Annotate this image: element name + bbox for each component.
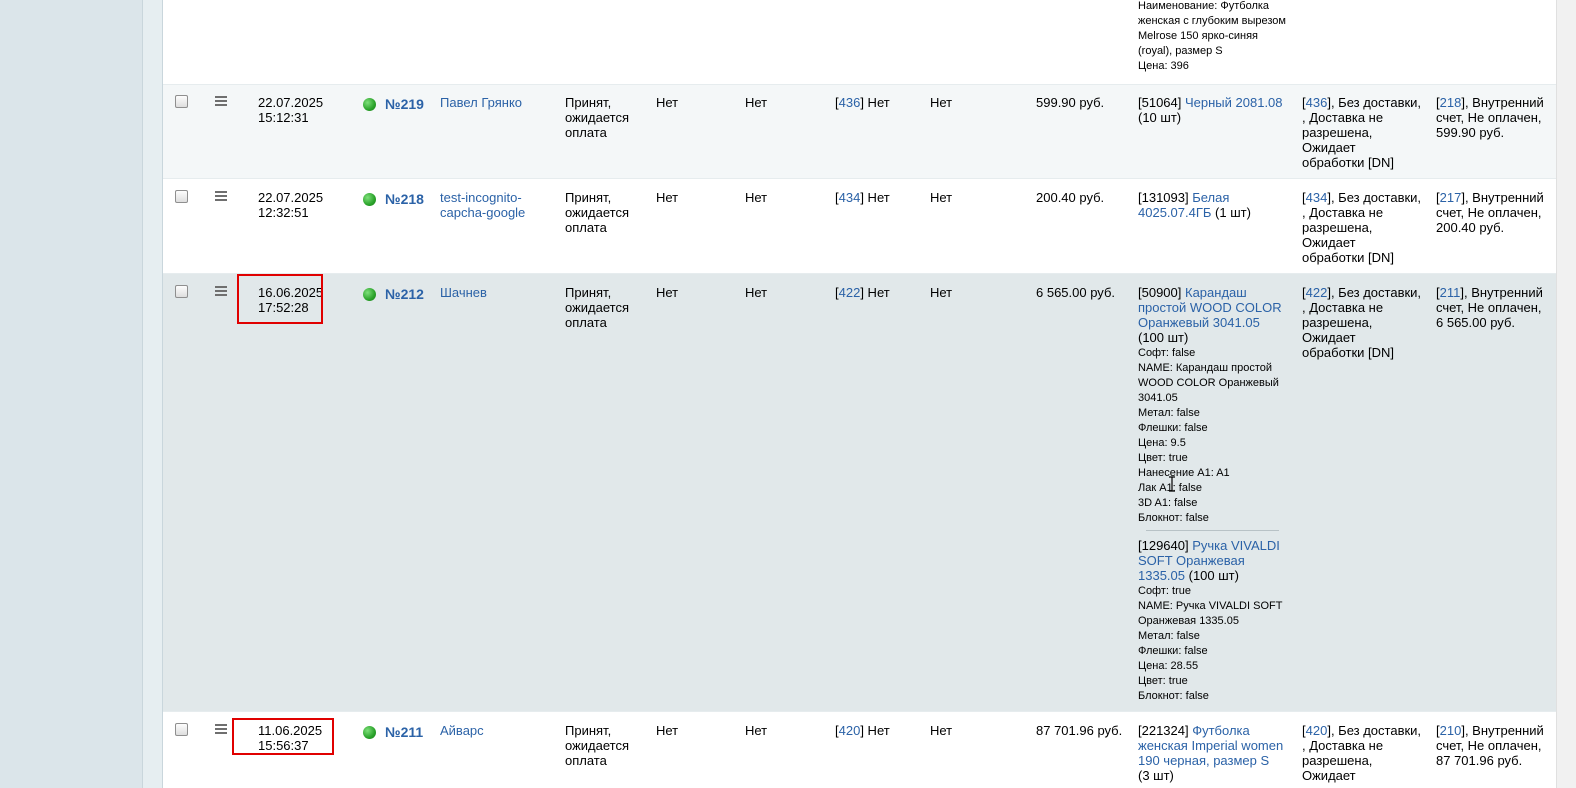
delivery-id-link[interactable]: 436 (1306, 95, 1328, 110)
item-props: Софт: false NAME: Карандаш простой WOOD … (1138, 347, 1279, 524)
order-number[interactable]: №211 (385, 725, 423, 740)
payment-cell: [436] Нет (835, 95, 890, 110)
order-number[interactable]: №219 (385, 97, 424, 112)
order-items: [221324] Футболка женская Imperial women 1… (1138, 723, 1284, 783)
delivery-cell: [420], Без доставки, , Доставка не разреш… (1302, 723, 1422, 783)
row-checkbox[interactable] (175, 95, 188, 108)
col-c-value: Нет (930, 285, 953, 300)
customer-link[interactable]: Айварс (440, 723, 484, 738)
col-a-value: Нет (656, 190, 679, 205)
panel-divider[interactable] (142, 0, 163, 788)
prop-line: женская с глубоким вырезом (1138, 15, 1286, 27)
col-b-value: Нет (745, 190, 768, 205)
order-status: Принят, ожидается оплата (565, 723, 630, 768)
text-cursor-icon (1169, 476, 1175, 492)
delivery-cell: [434], Без доставки, , Доставка не разреш… (1302, 190, 1422, 265)
table-row: 22.07.2025 15:12:31 №219 Павел Грянко При… (163, 84, 1556, 179)
delivery-id-link[interactable]: 434 (1306, 190, 1328, 205)
status-dot-icon (363, 726, 376, 739)
highlight-box (232, 718, 334, 755)
invoice-id-link[interactable]: 210 (1440, 723, 1462, 738)
order-status: Принят, ожидается оплата (565, 285, 630, 330)
order-date: 22.07.2025 15:12:31 (258, 95, 324, 125)
prop-line: Цена: 396 (1138, 60, 1189, 72)
col-a-value: Нет (656, 285, 679, 300)
row-menu-icon[interactable] (215, 191, 227, 201)
item-link[interactable]: Черный 2081.08 (1185, 95, 1283, 110)
payment-cell: [422] Нет (835, 285, 890, 300)
order-items: [51064] Черный 2081.08 (10 шт) (1138, 95, 1283, 125)
row-menu-icon[interactable] (215, 96, 227, 106)
status-dot-icon (363, 288, 376, 301)
table-row: 16.06.2025 17:52:28 №212 Шачнев Принят, ож… (163, 273, 1556, 712)
row-menu-icon[interactable] (215, 724, 227, 734)
row-checkbox[interactable] (175, 285, 188, 298)
payment-id-link[interactable]: 436 (839, 95, 861, 110)
col-b-value: Нет (745, 723, 768, 738)
invoice-id-link[interactable]: 218 (1440, 95, 1462, 110)
invoice-id-link[interactable]: 217 (1440, 190, 1462, 205)
order-sum: 200.40 руб. (1036, 190, 1105, 205)
highlight-box (237, 274, 323, 324)
col-c-value: Нет (930, 723, 953, 738)
col-c-value: Нет (930, 190, 953, 205)
order-status: Принят, ожидается оплата (565, 190, 630, 235)
customer-link[interactable]: Павел Грянко (440, 95, 522, 110)
delivery-id-link[interactable]: 420 (1306, 723, 1328, 738)
order-date: 22.07.2025 12:32:51 (258, 190, 324, 220)
order-sum: 599.90 руб. (1036, 95, 1105, 110)
row-checkbox[interactable] (175, 723, 188, 736)
delivery-cell: [436], Без доставки, , Доставка не разреш… (1302, 95, 1422, 170)
col-c-value: Нет (930, 95, 953, 110)
invoice-id-link[interactable]: 211 (1440, 285, 1461, 300)
order-status: Принят, ожидается оплата (565, 95, 630, 140)
order-items: [131093] Белая 4025.07.4ГБ (1 шт) (1138, 190, 1251, 220)
row-checkbox[interactable] (175, 190, 188, 203)
invoice-cell: [217], Внутренний счет, Не оплачен, 200.4… (1436, 190, 1544, 235)
order-number[interactable]: №218 (385, 192, 424, 207)
payment-id-link[interactable]: 422 (839, 285, 861, 300)
col-b-value: Нет (745, 285, 768, 300)
item-props: Наименование: Футболка женская с глубоки… (1138, 0, 1286, 74)
order-sum: 6 565.00 руб. (1036, 285, 1116, 300)
invoice-cell: [211], Внутренний счет, Не оплачен, 6 565… (1436, 285, 1543, 330)
order-number[interactable]: №212 (385, 287, 424, 302)
prop-line: (royal), размер S (1138, 45, 1223, 57)
order-item: [129640] Ручка VIVALDI SOFT Оранжевая 1335… (1138, 538, 1280, 583)
order-item: [50900] Карандаш простой WOOD COLOR Оранже… (1138, 285, 1282, 345)
table-row: 22.07.2025 12:32:51 №218 test-incognito-c… (163, 178, 1556, 274)
payment-cell: [420] Нет (835, 723, 890, 738)
invoice-cell: [210], Внутренний счет, Не оплачен, 87 70… (1436, 723, 1544, 768)
delivery-cell: [422], Без доставки, , Доставка не разреш… (1302, 285, 1422, 360)
status-dot-icon (363, 193, 376, 206)
item-separator (1146, 530, 1279, 531)
col-b-value: Нет (745, 95, 768, 110)
payment-cell: [434] Нет (835, 190, 890, 205)
col-a-value: Нет (656, 723, 679, 738)
prop-line: Наименование: Футболка (1138, 0, 1270, 12)
row-menu-icon[interactable] (215, 286, 227, 296)
customer-link[interactable]: Шачнев (440, 285, 487, 300)
left-panel (0, 0, 142, 788)
delivery-id-link[interactable]: 422 (1306, 285, 1328, 300)
payment-id-link[interactable]: 420 (839, 723, 861, 738)
order-sum: 87 701.96 руб. (1036, 723, 1123, 738)
status-dot-icon (363, 98, 376, 111)
payment-id-link[interactable]: 434 (839, 190, 861, 205)
invoice-cell: [218], Внутренний счет, Не оплачен, 599.9… (1436, 95, 1544, 140)
prop-line: Melrose 150 ярко-синяя (1138, 30, 1259, 42)
orders-table: Наименование: Футболка женская с глубоки… (163, 0, 1556, 788)
table-row: Наименование: Футболка женская с глубоки… (163, 0, 1556, 84)
table-row: 11.06.2025 15:56:37 №211 Айварс Принят, ож… (163, 711, 1556, 788)
scrollbar[interactable] (1556, 0, 1576, 788)
item-props: Софт: true NAME: Ручка VIVALDI SOFT Оран… (1138, 585, 1283, 702)
col-a-value: Нет (656, 95, 679, 110)
customer-link[interactable]: test-incognito-capcha-google (440, 190, 525, 220)
